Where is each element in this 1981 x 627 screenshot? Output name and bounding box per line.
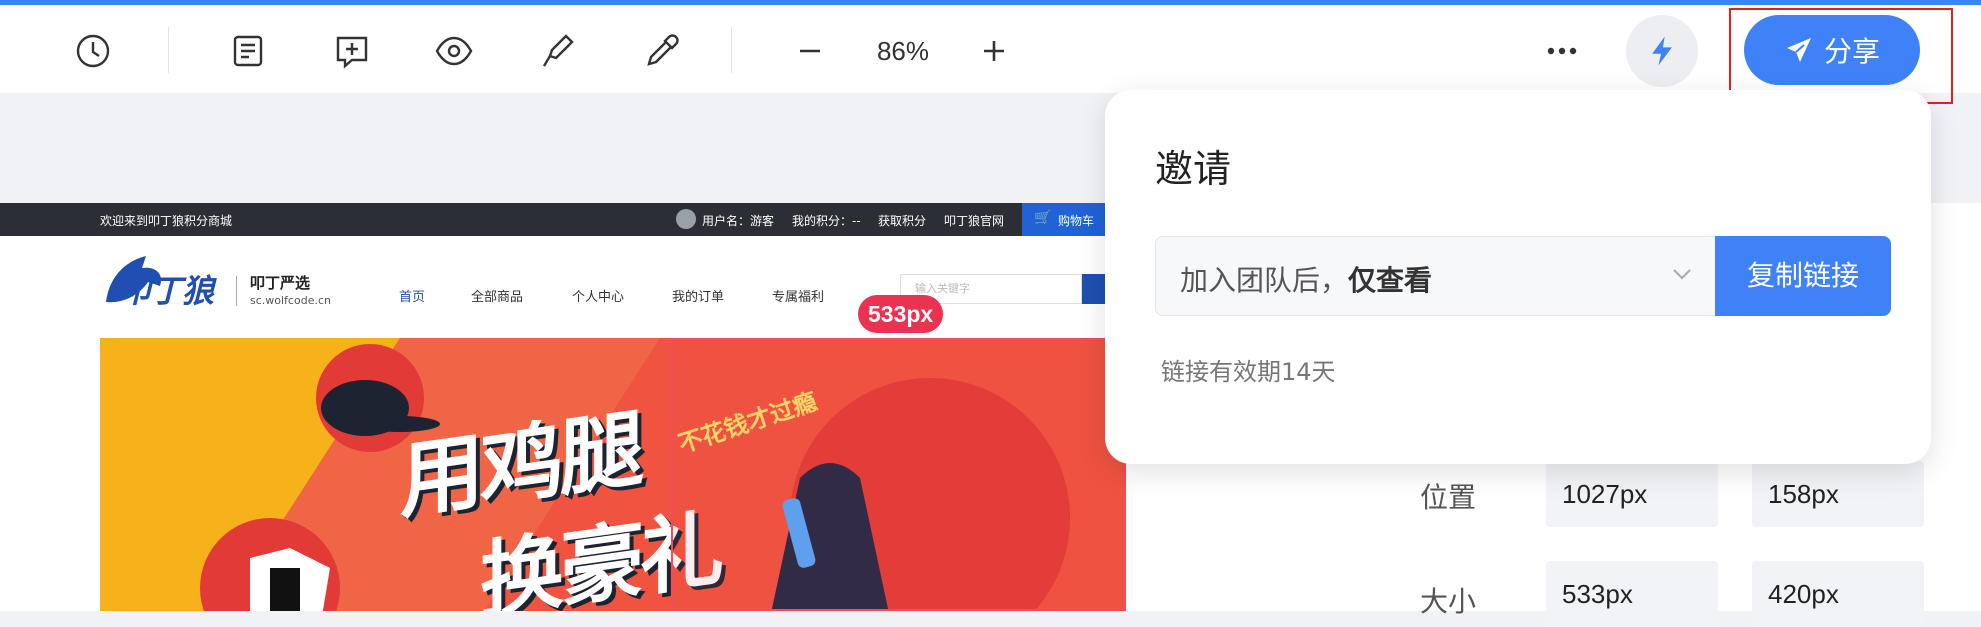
site-get-points[interactable]: 获取积分 [878, 212, 926, 229]
svg-text:叩丁狼: 叩丁狼 [118, 272, 217, 310]
nav-item-personal-center[interactable]: 个人中心 [572, 286, 624, 305]
logo-domain: sc.wolfcode.cn [250, 294, 331, 307]
nav-item-exclusive-benefits[interactable]: 专属福利 [772, 286, 824, 305]
slice-knife-icon[interactable] [536, 29, 580, 73]
zoom-level[interactable]: 86% [860, 29, 946, 73]
permission-select[interactable]: 加入团队后，仅查看 [1155, 236, 1715, 316]
nav-item-all-products[interactable]: 全部商品 [471, 286, 523, 305]
cart-label: 购物车 [1058, 214, 1095, 228]
permission-prefix: 加入团队后， [1180, 264, 1349, 297]
toolbar: 86% 分享 [0, 5, 1981, 93]
history-icon[interactable] [71, 29, 115, 73]
nav-item-home[interactable]: 首页 [399, 286, 425, 305]
size-width-field[interactable]: 533px [1546, 561, 1718, 627]
zoom-in-icon[interactable] [972, 29, 1016, 73]
permission-value: 仅查看 [1348, 264, 1433, 297]
size-height-field[interactable]: 420px [1752, 561, 1924, 627]
site-username[interactable]: 用户名：游客 [702, 212, 774, 229]
permission-text: 加入团队后，仅查看 [1180, 259, 1432, 299]
site-welcome: 欢迎来到叩丁狼积分商城 [100, 214, 233, 228]
user-avatar-icon [676, 209, 696, 229]
more-icon[interactable] [1540, 29, 1584, 73]
chevron-down-icon [1673, 269, 1691, 280]
link-expiry-note: 链接有效期14天 [1161, 358, 1336, 386]
nav-item-my-orders[interactable]: 我的订单 [672, 286, 724, 305]
invite-popover: 邀请 加入团队后，仅查看 复制链接 链接有效期14天 [1105, 90, 1931, 464]
size-label: 大小 [1420, 585, 1477, 618]
position-y-field[interactable]: 158px [1752, 461, 1924, 527]
zoom-out-icon[interactable] [788, 29, 832, 73]
preview-eye-icon[interactable] [432, 29, 476, 73]
bolt-icon [1652, 36, 1672, 66]
position-label: 位置 [1420, 481, 1477, 514]
toolbar-divider [168, 27, 169, 73]
site-official-link[interactable]: 叩丁狼官网 [944, 212, 1004, 229]
site-top-bar: 欢迎来到叩丁狼积分商城 用户名：游客 我的积分：-- 获取积分 叩丁狼官网 🛒 … [0, 203, 1126, 236]
invite-title: 邀请 [1155, 147, 1232, 191]
site-logo[interactable]: 叩丁狼 叩丁严选 sc.wolfcode.cn [100, 252, 400, 320]
notes-icon[interactable] [226, 29, 270, 73]
color-picker-icon[interactable] [640, 29, 684, 73]
cart-icon: 🛒 [1034, 210, 1052, 226]
selection-width-badge: 533px [858, 295, 944, 333]
add-comment-icon[interactable] [330, 29, 374, 73]
selection-box[interactable] [671, 338, 1126, 611]
logo-name: 叩丁严选 [250, 274, 311, 292]
copy-link-button[interactable]: 复制链接 [1715, 236, 1891, 316]
position-x-field[interactable]: 1027px [1546, 461, 1718, 527]
bolt-button[interactable] [1626, 15, 1698, 87]
site-points[interactable]: 我的积分：-- [792, 212, 861, 229]
toolbar-divider [731, 27, 732, 73]
